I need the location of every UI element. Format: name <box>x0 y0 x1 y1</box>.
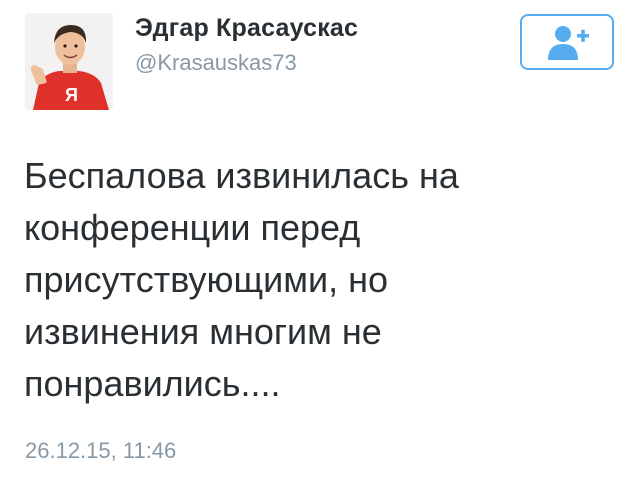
tweet-text: Беспалова извинилась на конференции пере… <box>24 150 616 410</box>
tweet-text-line: извинения многим не <box>24 311 382 352</box>
tweet-text-line: Беспалова извинилась на <box>24 155 459 196</box>
add-user-icon <box>548 26 589 60</box>
tweet-text-line: конференции перед <box>24 207 361 248</box>
follow-button[interactable] <box>520 14 614 70</box>
avatar-photo: Я <box>25 13 113 110</box>
tweet-text-line: присутствующими, но <box>24 259 389 300</box>
svg-text:Я: Я <box>65 85 78 105</box>
user-handle[interactable]: @Krasauskas73 <box>135 50 297 76</box>
display-name[interactable]: Эдгар Красаускас <box>135 14 358 43</box>
avatar[interactable]: Я <box>25 13 113 110</box>
tweet-timestamp[interactable]: 26.12.15, 11:46 <box>25 438 176 464</box>
tweet-text-line: понравились.... <box>24 363 281 404</box>
